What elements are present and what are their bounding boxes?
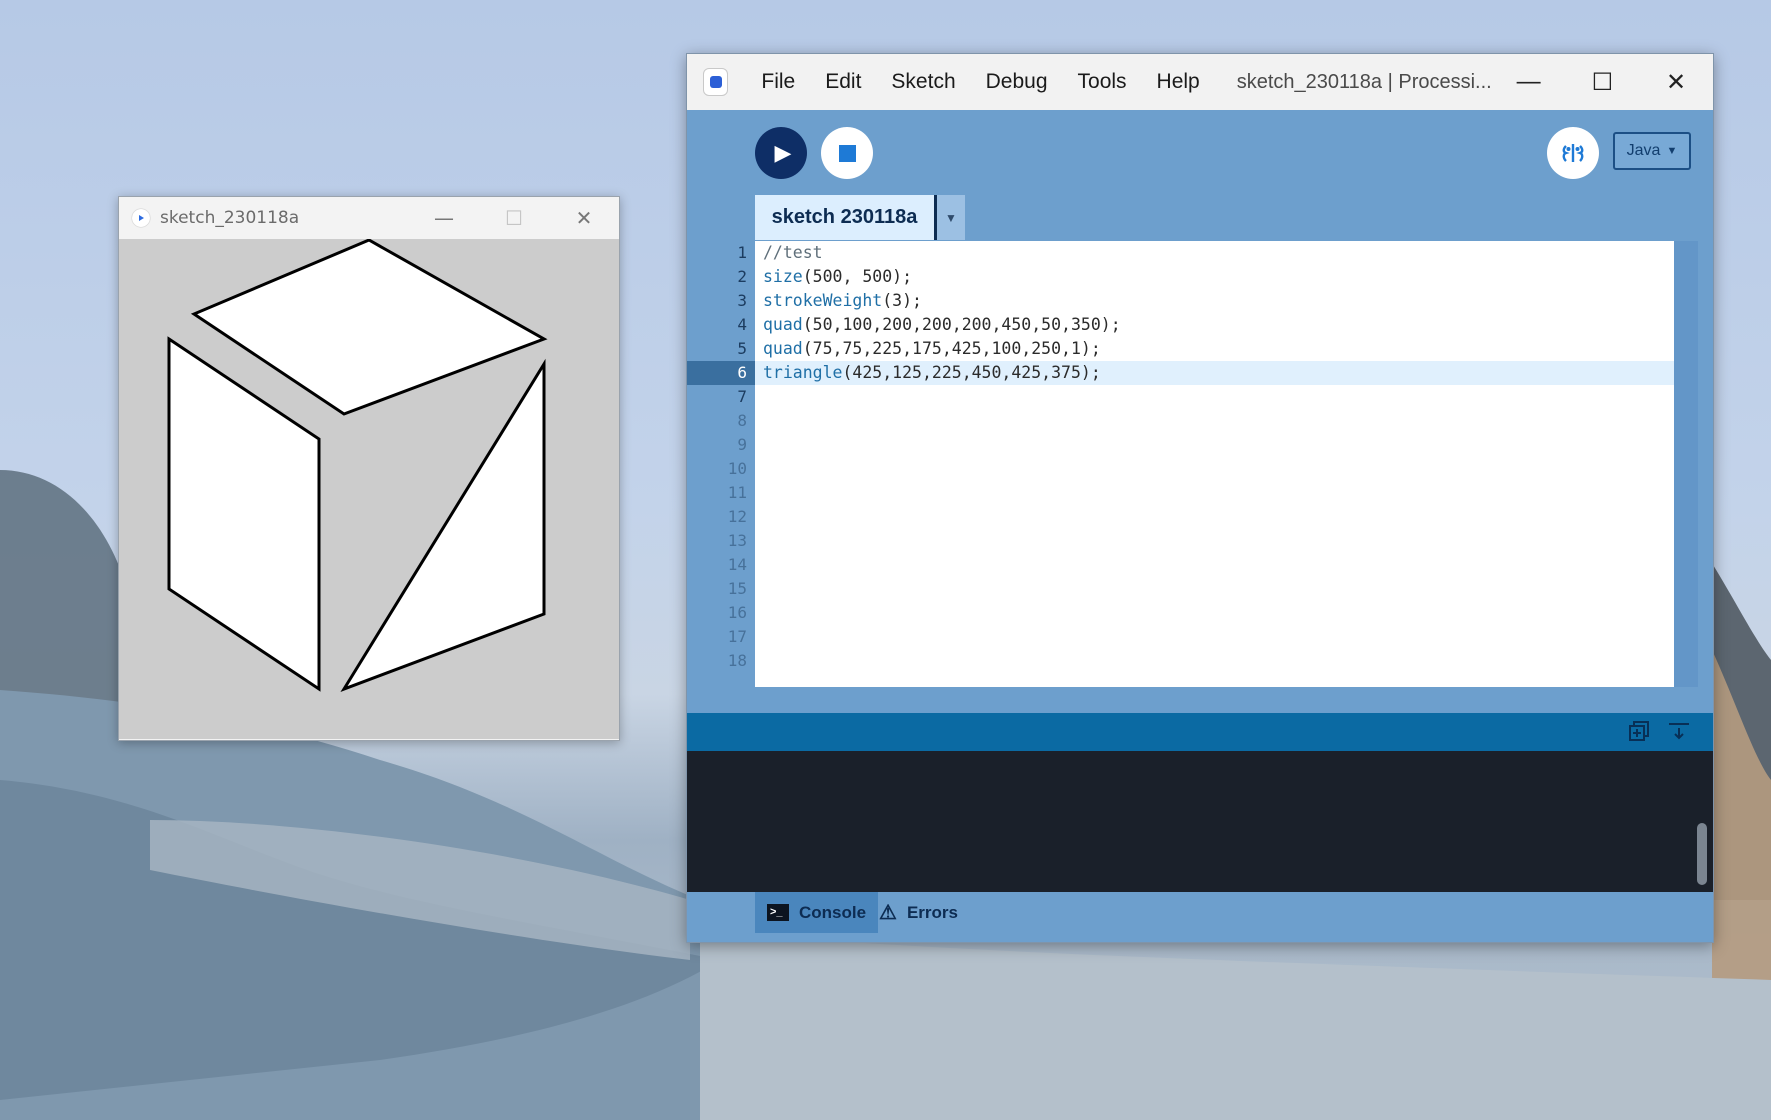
code-comment: //test [763,243,823,262]
line-number: 4 [737,315,747,334]
console-header [687,713,1713,751]
menu-sketch[interactable]: Sketch [876,54,970,110]
code-statement: size(500, 500); [763,267,913,286]
tab-menu-button[interactable]: ▼ [937,195,965,240]
code-text-area[interactable]: //test size(500, 500); strokeWeight(3); qua… [755,241,1674,687]
ide-window-title: sketch_230118a | Processi... [1236,70,1492,93]
sketch-window-titlebar[interactable]: sketch_230118a — ☐ ✕ [119,197,619,239]
debug-icon [1562,144,1584,162]
line-number: 8 [737,411,747,430]
mode-label: Java [1626,142,1661,159]
terminal-icon: >_ [767,904,789,921]
line-number: 13 [727,531,747,550]
code-line[interactable] [755,553,1674,577]
mode-selector[interactable]: Java ▼ [1613,132,1691,170]
menu-help[interactable]: Help [1142,54,1215,110]
line-number: 17 [727,627,747,646]
tab-errors[interactable]: ⚠ Errors [867,892,970,933]
quad-left-face [167,336,321,692]
code-line[interactable] [755,625,1674,649]
code-statement: strokeWeight(3); [763,291,922,310]
line-number: 11 [727,483,747,502]
triangle-right-face [340,358,546,692]
tab-sketch[interactable]: sketch 230118a [755,195,937,240]
menu-tools[interactable]: Tools [1063,54,1142,110]
chevron-down-icon: ▼ [1666,145,1678,157]
code-statement: quad(50,100,200,200,200,450,50,350); [763,315,1121,334]
line-number: 9 [737,435,747,454]
code-statement: triangle(425,125,225,450,425,375); [763,363,1101,382]
line-number: 10 [727,459,747,478]
sketch-output-window[interactable]: sketch_230118a — ☐ ✕ [118,196,620,741]
processing-ide-window[interactable]: File Edit Sketch Debug Tools Help sketch… [686,53,1714,943]
line-number: 1 [737,243,747,262]
editor-horizontal-scrollbar[interactable] [687,687,1713,713]
code-statement: quad(75,75,225,175,425,100,250,1); [763,339,1101,358]
line-number: 14 [727,555,747,574]
console-output[interactable] [687,751,1713,892]
debug-button[interactable] [1547,127,1599,179]
tab-console-label: Console [799,902,867,922]
code-line[interactable] [755,529,1674,553]
code-line[interactable] [755,457,1674,481]
code-line[interactable]: quad(50,100,200,200,200,450,50,350); [755,313,1674,337]
code-line[interactable] [755,505,1674,529]
code-line[interactable]: triangle(425,125,225,450,425,375); [755,361,1674,385]
line-number-gutter: 1 2 3 4 5 6 7 8 9 10 11 12 13 14 15 16 1… [687,241,755,687]
editor-tab-bar: sketch 230118a ▼ [687,195,1713,240]
processing-logo-icon [703,68,729,96]
sketch-drawing [167,238,548,692]
line-number: 16 [727,603,747,622]
collapse-icon[interactable] [1667,720,1691,744]
code-line[interactable] [755,409,1674,433]
stop-icon [838,144,856,162]
code-line[interactable] [755,601,1674,625]
sketch-window-title: sketch_230118a [160,208,300,228]
line-number: 18 [727,651,747,670]
menu-bar: File Edit Sketch Debug Tools Help sketch… [687,54,1713,110]
tab-errors-label: Errors [906,902,958,922]
code-line[interactable] [755,649,1674,673]
code-line[interactable] [755,385,1674,409]
copy-icon[interactable] [1627,720,1651,744]
line-number: 12 [727,507,747,526]
line-number: 7 [737,387,747,406]
maximize-button[interactable]: ☐ [479,197,549,239]
menu-file[interactable]: File [746,54,810,110]
run-icon: ▶ [774,140,792,165]
tab-console[interactable]: >_ Console [755,892,879,933]
ide-maximize-button[interactable]: ☐ [1565,54,1639,110]
console-scrollbar-thumb[interactable] [1697,823,1707,885]
line-number: 15 [727,579,747,598]
code-line[interactable] [755,481,1674,505]
console-footer: >_ Console ⚠ Errors [687,892,1713,942]
processing-app-icon [132,209,150,227]
warning-icon: ⚠ [879,902,897,924]
line-number: 2 [737,267,747,286]
line-number: 3 [737,291,747,310]
code-line[interactable]: strokeWeight(3); [755,289,1674,313]
sketch-canvas[interactable] [119,238,619,739]
close-button[interactable]: ✕ [549,197,619,239]
run-button[interactable]: ▶ [755,127,807,179]
code-line[interactable]: //test [755,241,1674,265]
toolbar: ▶ Java ▼ [687,110,1713,195]
minimize-button[interactable]: — [409,197,479,239]
stop-button[interactable] [821,127,873,179]
code-line[interactable] [755,577,1674,601]
code-editor[interactable]: 1 2 3 4 5 6 7 8 9 10 11 12 13 14 15 16 1… [687,241,1713,687]
ide-minimize-button[interactable]: — [1492,54,1566,110]
menu-debug[interactable]: Debug [971,54,1063,110]
code-line[interactable]: size(500, 500); [755,265,1674,289]
line-number: 5 [737,339,747,358]
menu-edit[interactable]: Edit [810,54,876,110]
quad-top-face [190,238,548,416]
code-line[interactable]: quad(75,75,225,175,425,100,250,1); [755,337,1674,361]
code-line[interactable] [755,433,1674,457]
editor-vertical-scrollbar[interactable] [1674,241,1698,687]
line-number-current: 6 [687,361,755,385]
ide-close-button[interactable]: ✕ [1639,54,1713,110]
